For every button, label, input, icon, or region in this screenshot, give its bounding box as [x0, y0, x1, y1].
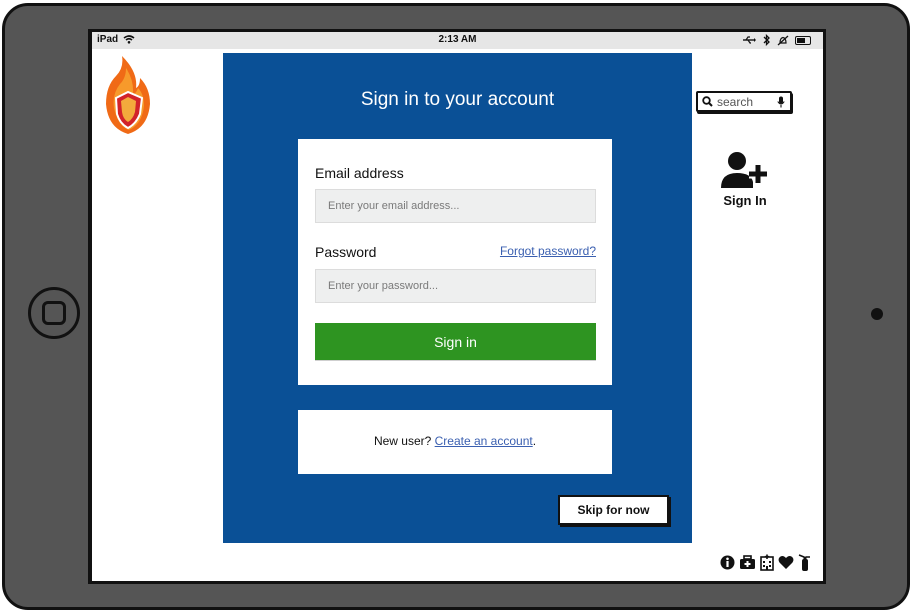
home-button[interactable]: [28, 287, 80, 339]
panel-title: Sign in to your account: [360, 89, 555, 110]
search-input[interactable]: [717, 94, 773, 109]
info-icon[interactable]: [720, 555, 735, 570]
heart-icon[interactable]: [778, 555, 794, 570]
first-aid-icon[interactable]: [739, 555, 756, 570]
status-time: 2:13 AM: [438, 34, 477, 45]
forgot-password-link[interactable]: Forgot password?: [500, 244, 596, 258]
screen: iPad 2:13 AM Sign in to your account Ema…: [88, 29, 826, 584]
footer-icons: [720, 554, 811, 571]
register-box: New user? Create an account.: [298, 410, 612, 474]
register-prompt: New user?: [373, 434, 432, 448]
home-button-square: [42, 301, 66, 325]
camera-dot: [871, 308, 883, 320]
flame-shield-logo: [106, 56, 150, 134]
signin-form: Email address Password Forgot password? …: [298, 139, 612, 385]
hospital-icon[interactable]: [760, 554, 774, 571]
register-suffix: .: [532, 434, 537, 448]
skip-button[interactable]: Skip for now: [558, 495, 669, 525]
bluetooth-icon: [763, 34, 770, 46]
microphone-icon[interactable]: [777, 96, 785, 108]
status-right: [742, 34, 811, 46]
screen-content: iPad 2:13 AM Sign in to your account Ema…: [92, 32, 823, 581]
sign-in-shortcut[interactable]: Sign In: [715, 150, 775, 208]
password-label: Password: [315, 244, 377, 260]
add-user-icon: [721, 152, 767, 188]
usb-icon: [743, 36, 756, 44]
fire-extinguisher-icon[interactable]: [798, 554, 811, 571]
status-bar: iPad 2:13 AM: [92, 32, 823, 49]
sign-in-button[interactable]: Sign in: [315, 323, 596, 360]
sign-in-label: Sign In: [723, 193, 767, 208]
search-icon: [702, 96, 713, 107]
password-field[interactable]: [315, 269, 596, 303]
mute-icon: [777, 35, 789, 45]
create-account-link[interactable]: Create an account: [435, 434, 533, 448]
email-field[interactable]: [315, 189, 596, 223]
signin-panel: Sign in to your account Email address Pa…: [223, 53, 692, 543]
register-text: New user? Create an account.: [298, 434, 612, 448]
email-label: Email address: [315, 165, 404, 181]
battery-icon: [795, 35, 811, 45]
search-box[interactable]: [696, 91, 792, 112]
